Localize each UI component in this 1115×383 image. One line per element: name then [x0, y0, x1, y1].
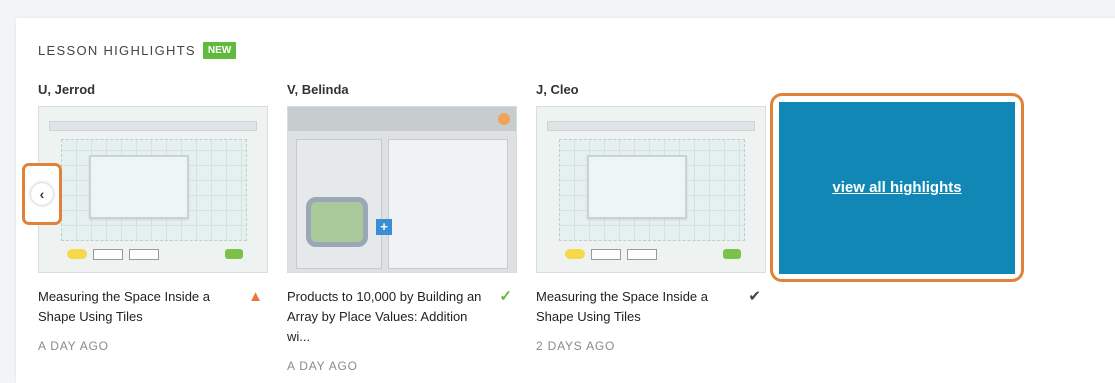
activity-title[interactable]: Products to 10,000 by Building an Array …: [287, 287, 492, 347]
section-title: LESSON HIGHLIGHTS: [38, 43, 196, 58]
activity-time: A DAY AGO: [287, 359, 358, 373]
section-header: LESSON HIGHLIGHTS NEW: [38, 42, 237, 59]
new-badge: NEW: [202, 42, 237, 59]
view-all-highlight-outline: view all highlights: [770, 93, 1024, 282]
activity-title[interactable]: Measuring the Space Inside a Shape Using…: [536, 287, 741, 327]
activity-thumbnail[interactable]: +: [287, 106, 517, 273]
activity-time: A DAY AGO: [38, 339, 109, 353]
circle-check-icon: ✔: [748, 288, 761, 305]
student-name: J, Cleo: [536, 82, 579, 97]
checkmark-icon: ✓: [499, 288, 512, 305]
highlight-card[interactable]: J, Cleo Measuring the Space Inside a Sha…: [536, 80, 766, 353]
view-all-highlights-tile[interactable]: view all highlights: [779, 101, 1015, 274]
highlight-card[interactable]: U, Jerrod Measuring the Space Inside a S…: [38, 80, 268, 353]
view-all-highlights-link[interactable]: view all highlights: [832, 179, 961, 196]
activity-title[interactable]: Measuring the Space Inside a Shape Using…: [38, 287, 243, 327]
previous-button[interactable]: ‹: [22, 163, 62, 225]
activity-thumbnail[interactable]: [536, 106, 766, 273]
student-name: V, Belinda: [287, 82, 349, 97]
highlight-card[interactable]: V, Belinda + Products to 10,000 by Build…: [287, 80, 517, 373]
student-name: U, Jerrod: [38, 82, 96, 97]
warning-icon: ▲: [248, 288, 263, 305]
chevron-left-icon: ‹: [31, 183, 53, 205]
activity-time: 2 DAYS AGO: [536, 339, 616, 353]
activity-thumbnail[interactable]: [38, 106, 268, 273]
